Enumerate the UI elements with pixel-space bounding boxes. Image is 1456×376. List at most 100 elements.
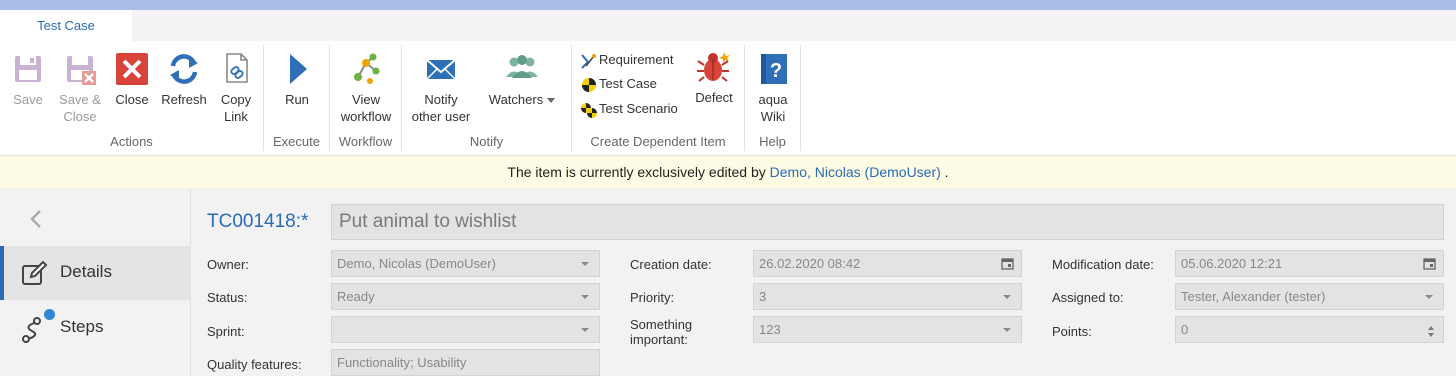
modification-date-field[interactable]: 05.06.2020 12:21: [1175, 250, 1444, 277]
sidebar-item-details[interactable]: Details: [0, 246, 190, 300]
refresh-icon: [166, 51, 202, 87]
save-close-button[interactable]: Save & Close: [55, 51, 105, 125]
create-test-scenario-button[interactable]: Test Scenario: [580, 98, 678, 120]
banner-user-link[interactable]: Demo, Nicolas (DemoUser): [770, 164, 941, 180]
requirement-icon: [580, 52, 598, 70]
copy-link-button[interactable]: Copy Link: [214, 51, 258, 125]
test-scenario-icon: [580, 101, 598, 119]
create-defect-button[interactable]: Defect: [690, 49, 738, 106]
owner-label: Owner:: [207, 257, 249, 272]
modification-date-label: Modification date:: [1052, 257, 1154, 272]
test-case-icon: [580, 76, 598, 94]
users-icon: [504, 51, 540, 87]
aqua-wiki-label: aqua Wiki: [758, 92, 788, 124]
create-test-case-button[interactable]: Test Case: [580, 73, 657, 95]
save-label: Save: [13, 92, 43, 107]
priority-label: Priority:: [630, 290, 675, 305]
chevron-down-icon: [581, 262, 589, 266]
quality-features-label: Quality features:: [207, 357, 302, 372]
points-stepper[interactable]: 0: [1175, 316, 1444, 343]
group-label-create-dependent: Create Dependent Item: [590, 134, 726, 149]
close-label: Close: [115, 92, 149, 107]
sidebar-item-steps[interactable]: Steps: [0, 301, 190, 355]
close-icon: [114, 51, 150, 87]
notify-other-user-button[interactable]: Notify other user: [408, 51, 474, 125]
copy-link-label: Copy Link: [220, 92, 252, 124]
save-icon: [10, 51, 46, 87]
group-label-help: Help: [759, 134, 786, 149]
refresh-label: Refresh: [161, 92, 207, 107]
sprint-select[interactable]: [331, 316, 600, 343]
notify-other-user-label: Notify other user: [411, 92, 471, 124]
run-icon: [279, 51, 315, 87]
ribbon-group-workflow: View workflow Workflow: [330, 45, 402, 151]
refresh-button[interactable]: Refresh: [159, 51, 209, 108]
something-important-label: Something important:: [630, 317, 693, 347]
exclusive-edit-banner: The item is currently exclusively edited…: [0, 156, 1456, 189]
ribbon-group-notify: Notify other user Watchers Notify: [402, 45, 572, 151]
aqua-wiki-button[interactable]: ? aqua Wiki: [753, 51, 793, 125]
spinner-arrows-icon[interactable]: [1427, 322, 1435, 337]
calendar-icon[interactable]: [1001, 257, 1014, 270]
tab-test-case[interactable]: Test Case: [0, 10, 132, 41]
create-requirement-button[interactable]: Requirement: [580, 49, 673, 71]
group-label-notify: Notify: [469, 134, 504, 149]
help-book-icon: ?: [755, 51, 791, 87]
group-label-workflow: Workflow: [338, 134, 393, 149]
banner-text-end: .: [940, 164, 949, 180]
view-workflow-button[interactable]: View workflow: [336, 51, 396, 125]
status-select[interactable]: Ready: [331, 283, 600, 310]
group-label-actions: Actions: [110, 134, 153, 149]
group-label-execute: Execute: [273, 134, 320, 149]
close-button[interactable]: Close: [112, 51, 152, 108]
creation-date-label: Creation date:: [630, 257, 712, 272]
details-form: TC001418:* Put animal to wishlist Owner:…: [191, 189, 1456, 376]
ribbon-group-actions: Save Save & Close Close Refresh Copy Lin…: [0, 45, 264, 151]
bug-icon: [696, 49, 732, 85]
ribbon-group-execute: Run Execute: [264, 45, 330, 151]
unsaved-indicator-dot: [44, 309, 55, 320]
ribbon-toolbar: Save Save & Close Close Refresh Copy Lin…: [0, 41, 1456, 156]
save-button[interactable]: Save: [8, 51, 48, 108]
view-workflow-label: View workflow: [340, 92, 392, 124]
sidebar-item-label: Steps: [60, 317, 104, 336]
chevron-down-icon: [1003, 328, 1011, 332]
status-label: Status:: [207, 290, 248, 305]
owner-select[interactable]: Demo, Nicolas (DemoUser): [331, 250, 600, 277]
watchers-button[interactable]: Watchers: [486, 51, 558, 108]
watchers-label: Watchers: [486, 91, 558, 108]
chevron-down-icon: [1425, 295, 1433, 299]
item-id: TC001418:*: [207, 211, 309, 232]
calendar-icon[interactable]: [1423, 257, 1436, 270]
ribbon-group-help: ? aqua Wiki Help: [745, 45, 801, 151]
priority-select[interactable]: 3: [753, 283, 1022, 310]
chevron-down-icon: [581, 295, 589, 299]
banner-text: The item is currently exclusively edited…: [507, 164, 770, 180]
quality-features-select[interactable]: Functionality; Usability: [331, 349, 600, 376]
svg-text:?: ?: [770, 60, 782, 82]
copy-link-icon: [218, 51, 254, 87]
chevron-down-icon: [547, 98, 556, 104]
save-close-label: Save & Close: [59, 92, 101, 124]
chevron-down-icon: [581, 328, 589, 332]
creation-date-field[interactable]: 26.02.2020 08:42: [753, 250, 1022, 277]
points-label: Points:: [1052, 324, 1092, 339]
defect-label: Defect: [695, 90, 733, 105]
something-important-select[interactable]: 123: [753, 316, 1022, 343]
workflow-icon: [348, 51, 384, 87]
ribbon-tab-strip: Test Case: [0, 10, 1456, 41]
run-button[interactable]: Run: [277, 51, 317, 108]
back-chevron-icon[interactable]: [24, 205, 48, 233]
envelope-icon: [423, 51, 459, 87]
sidebar: Details Steps: [0, 189, 191, 376]
chevron-down-icon: [1003, 295, 1011, 299]
steps-icon: [20, 315, 48, 343]
assigned-to-select[interactable]: Tester, Alexander (tester): [1175, 283, 1444, 310]
top-accent-bar: [0, 0, 1456, 10]
sprint-label: Sprint:: [207, 324, 245, 339]
run-label: Run: [285, 92, 309, 107]
assigned-to-label: Assigned to:: [1052, 290, 1124, 305]
title-input[interactable]: Put animal to wishlist: [331, 204, 1444, 240]
sidebar-item-label: Details: [60, 262, 112, 281]
edit-icon: [20, 260, 48, 288]
